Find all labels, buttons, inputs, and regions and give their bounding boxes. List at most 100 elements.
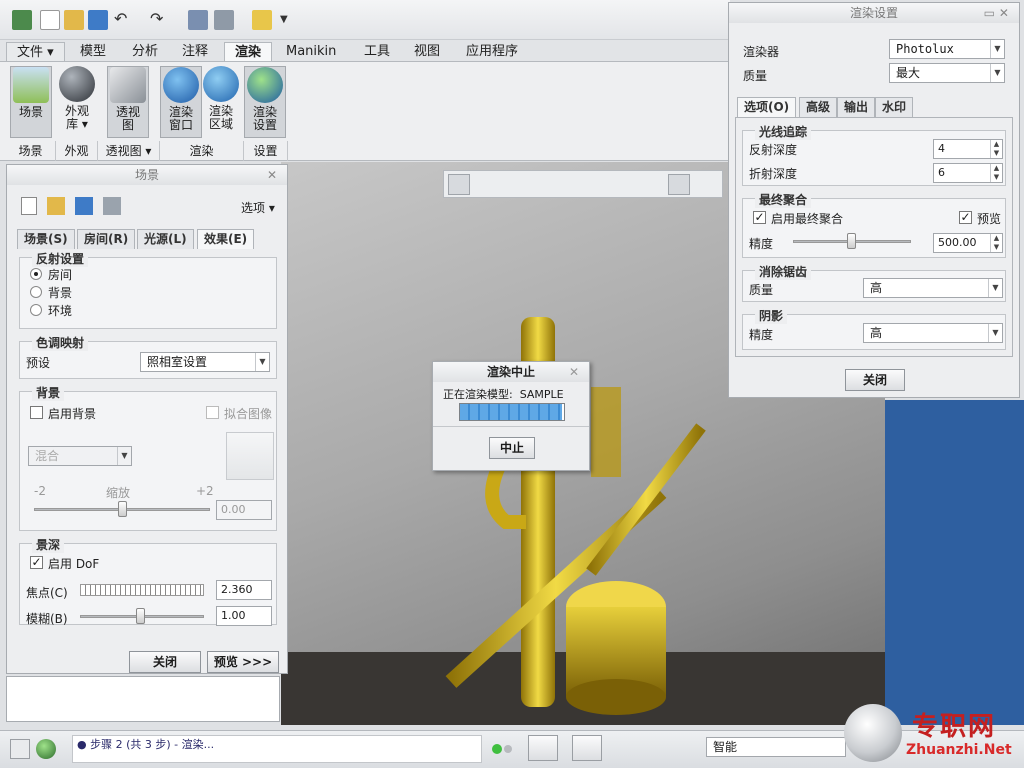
new-file-icon[interactable] [40, 10, 60, 30]
spinner-icon[interactable]: ▲ ▼ [990, 140, 1002, 158]
enable-dof-checkbox[interactable]: ✓ [30, 556, 43, 569]
spin-center-icon[interactable] [668, 174, 690, 195]
scene-panel-titlebar[interactable]: 场景 ✕ [7, 165, 287, 185]
quality-select[interactable]: 最大 ▼ [889, 63, 1005, 83]
scale-slider-thumb[interactable] [118, 501, 127, 517]
redo-icon[interactable]: ↷ [150, 10, 170, 30]
web-browser-icon[interactable] [36, 739, 56, 759]
display-style-icon[interactable] [554, 174, 576, 195]
scene-button[interactable]: 场景 [10, 66, 52, 138]
perspective-button[interactable]: 透视 图 [107, 66, 149, 138]
tab-room[interactable]: 房间(R) [77, 229, 136, 249]
reflection-background-radio[interactable] [30, 286, 42, 298]
globe-logo-icon [844, 704, 902, 762]
render-settings-icon [247, 67, 283, 103]
appearance-sphere-icon [59, 66, 95, 102]
find-icon[interactable] [528, 735, 558, 761]
refit-icon[interactable] [448, 174, 470, 195]
enable-background-checkbox[interactable] [30, 406, 43, 419]
render-window-button[interactable]: 渲染 窗口 [160, 66, 202, 138]
render-settings-titlebar[interactable]: 渲染设置 ▭✕ [729, 3, 1019, 23]
blur-value-field[interactable]: 1.00 [216, 606, 272, 626]
depth-of-field-section: 景深 ✓ 启用 DoF 焦点(C) 2.360 模糊(B) 1.00 [19, 536, 277, 626]
final-gather-preview-checkbox[interactable]: ✓ [959, 211, 972, 224]
spinner-icon[interactable]: ▲ ▼ [990, 164, 1002, 182]
antialias-quality-select[interactable]: 高 ▼ [863, 278, 1003, 298]
repaint-icon[interactable] [528, 174, 550, 195]
renderer-select[interactable]: Photolux ▼ [889, 39, 1005, 59]
reflection-room-radio[interactable] [30, 268, 42, 280]
dialog-titlebar[interactable]: 渲染中止 ✕ [433, 362, 589, 382]
dialog-divider [433, 426, 589, 427]
close-window-icon[interactable] [252, 10, 272, 30]
render-settings-button[interactable]: 渲染 设置 [244, 66, 286, 138]
scale-value-field[interactable]: 0.00 [216, 500, 272, 520]
background-image-swatch[interactable] [226, 432, 274, 480]
options-tab-body: 光线追踪 反射深度 4 ▲ ▼ 折射深度 6 ▲ ▼ 最终聚合 ✓ 启用最终聚合 ✓ 预… [735, 117, 1013, 357]
selection-box-icon[interactable] [572, 735, 602, 761]
blur-slider-thumb[interactable] [136, 608, 145, 624]
focus-value-field[interactable]: 2.360 [216, 580, 272, 600]
tab-file[interactable]: 文件 ▾ [6, 42, 65, 62]
camera-icon[interactable] [610, 174, 632, 195]
focus-ruler[interactable] [80, 584, 204, 596]
tab-output[interactable]: 输出 [837, 97, 876, 117]
preview-button[interactable]: 预览 >>> [207, 651, 279, 673]
close-icon[interactable]: ✕ [267, 165, 281, 185]
reflection-depth-field[interactable]: 4 ▲ ▼ [933, 139, 1003, 159]
open-folder-icon[interactable] [64, 10, 84, 30]
tab-annotate[interactable]: 注释 [172, 42, 218, 62]
blend-select[interactable]: 混合 ▼ [28, 446, 132, 466]
render-region-button[interactable]: 渲染 区域 [200, 66, 242, 138]
saved-views-icon[interactable] [582, 174, 604, 195]
save-scene-icon[interactable] [75, 197, 93, 215]
selection-filter-select[interactable]: 智能 [706, 737, 846, 757]
shadow-precision-select[interactable]: 高 ▼ [863, 323, 1003, 343]
tab-applications[interactable]: 应用程序 [456, 42, 528, 62]
zoom-in-icon[interactable] [474, 174, 496, 195]
save-icon[interactable] [88, 10, 108, 30]
zoom-out-icon[interactable] [500, 174, 522, 195]
new-scene-icon[interactable] [21, 197, 37, 215]
precision-slider-thumb[interactable] [847, 233, 856, 249]
tab-advanced[interactable]: 高级 [799, 97, 838, 117]
datum-display-icon[interactable] [638, 174, 660, 195]
tab-effects[interactable]: 效果(E) [197, 229, 255, 249]
tab-manikin[interactable]: Manikin [276, 42, 346, 62]
annotation-display-icon[interactable] [696, 174, 718, 195]
options-menu[interactable]: 选项 ▾ [241, 199, 275, 216]
appearance-library-button[interactable]: 外观 库 ▾ [56, 66, 98, 138]
undo-icon[interactable]: ↶ [114, 10, 134, 30]
precision-value-field[interactable]: 500.00 ▲ ▼ [933, 233, 1003, 253]
tab-model[interactable]: 模型 [70, 42, 116, 62]
reflection-environment-radio[interactable] [30, 304, 42, 316]
regenerate-icon[interactable] [188, 10, 208, 30]
enable-final-gather-checkbox[interactable]: ✓ [753, 211, 766, 224]
app-icon[interactable] [12, 10, 32, 30]
tab-lights[interactable]: 光源(L) [137, 229, 194, 249]
tab-watermark[interactable]: 水印 [875, 97, 914, 117]
window-controls-icon[interactable]: ▭✕ [984, 3, 1013, 23]
windows-icon[interactable] [214, 10, 234, 30]
spinner-icon[interactable]: ▲ ▼ [990, 234, 1002, 252]
model-tree-toggle-icon[interactable] [10, 739, 30, 759]
customize-toolbar-icon[interactable]: ▼ [280, 10, 300, 30]
copy-scene-icon[interactable] [103, 197, 121, 215]
tab-scene[interactable]: 场景(S) [17, 229, 75, 249]
stop-button[interactable]: 中止 [489, 437, 535, 459]
tab-render[interactable]: 渲染 [224, 42, 273, 62]
chevron-down-icon: ▼ [988, 279, 1002, 297]
tab-tools[interactable]: 工具 [354, 42, 400, 62]
fit-image-checkbox[interactable] [206, 406, 219, 419]
tab-options[interactable]: 选项(O) [737, 97, 797, 117]
open-scene-icon[interactable] [47, 197, 65, 215]
close-button[interactable]: 关闭 [845, 369, 905, 391]
refraction-depth-field[interactable]: 6 ▲ ▼ [933, 163, 1003, 183]
close-icon[interactable]: ✕ [569, 362, 583, 382]
tone-preset-select[interactable]: 照相室设置 ▼ [140, 352, 270, 372]
tab-analysis[interactable]: 分析 [122, 42, 168, 62]
group-perspective[interactable]: 透视图 ▾ [98, 141, 160, 161]
close-button[interactable]: 关闭 [129, 651, 201, 673]
tab-view[interactable]: 视图 [404, 42, 450, 62]
desktop-background [885, 400, 1024, 725]
